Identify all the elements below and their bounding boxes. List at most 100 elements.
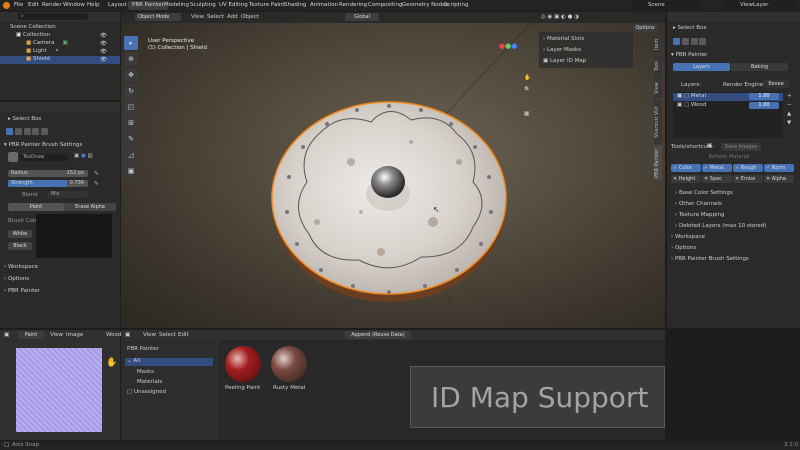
section-pbr-painter[interactable]: › PBR Painter	[4, 288, 40, 294]
layer-masks[interactable]: › Layer Masks	[543, 47, 581, 53]
visibility-icons[interactable]: 👁 👁 👁 👁	[100, 32, 107, 64]
tab-baking[interactable]: Baking	[731, 63, 788, 71]
vp-menu-select[interactable]: Select	[207, 14, 224, 20]
navigation-gizmo[interactable]: ●●●	[499, 42, 517, 50]
menu-window[interactable]: Window	[63, 2, 85, 8]
channel-spec[interactable]: ✕ Spec	[702, 175, 732, 183]
image-name[interactable]: Wood	[106, 332, 121, 338]
brush-icons[interactable]: ▣ ● ▥	[74, 153, 93, 159]
tool-scale[interactable]: ◰	[124, 100, 138, 114]
tab-modeling[interactable]: Modeling	[164, 2, 189, 8]
vtab-tool[interactable]: Tool	[654, 56, 662, 76]
ab-menu-edit[interactable]: Edit	[178, 332, 189, 338]
tool-add-cube[interactable]: ▣	[124, 164, 138, 178]
sub-texture-mapping[interactable]: › Texture Mapping	[675, 212, 724, 218]
ie-menu-view[interactable]: View	[50, 332, 63, 338]
outliner-collection[interactable]: ▣ Collection	[16, 32, 50, 38]
right-section-options[interactable]: › Options	[671, 245, 696, 251]
blend-dropdown[interactable]: Mix	[48, 191, 88, 198]
menu-render[interactable]: Render	[42, 2, 62, 8]
tool-rotate[interactable]: ↻	[124, 84, 138, 98]
category-all[interactable]: ⌄ All	[125, 358, 213, 366]
layer-row-metal[interactable]: ▣ ▢ Metal 1.00	[673, 93, 783, 101]
vtab-pbr-painter[interactable]: PBR Painter	[654, 146, 662, 180]
section-options[interactable]: › Options	[4, 276, 29, 282]
viewport-shading-icons[interactable]: ◎ ◉ ▣ ◐ ● ◑	[541, 14, 579, 20]
asset-editor-type-icon[interactable]: ▣	[125, 332, 130, 338]
layer-row-wood[interactable]: ▣ ▢ Wood 1.00	[673, 102, 783, 110]
vp-menu-object[interactable]: Object	[241, 14, 259, 20]
category-unassigned[interactable]: ▢ Unassigned	[127, 389, 166, 395]
tab-shading[interactable]: Shading	[284, 2, 306, 8]
channel-rough[interactable]: ✓ Rough	[733, 164, 763, 172]
tool-select[interactable]: ▸	[124, 36, 138, 50]
layers-list[interactable]: ▣ ▢ Metal 1.00 ▣ ▢ Wood 1.00	[673, 92, 783, 138]
channel-norm[interactable]: ✓ Norm	[764, 164, 794, 172]
outliner-item-light[interactable]: ■ Light ✦	[26, 48, 59, 54]
ie-menu-image[interactable]: Image	[66, 332, 83, 338]
options-button[interactable]: Options	[633, 24, 657, 32]
view-icons[interactable]: ✋ 🔍 🎥 ▦	[524, 72, 531, 120]
channel-alpha[interactable]: ✕ Alpha	[764, 175, 794, 183]
import-type-dropdown[interactable]: Append (Reuse Data)	[345, 331, 411, 339]
channel-color[interactable]: ✓ Color	[671, 164, 701, 172]
right-section-workspace[interactable]: › Workspace	[671, 234, 705, 240]
layer-wood-opacity[interactable]: 1.00	[749, 102, 779, 109]
menu-help[interactable]: Help	[87, 2, 100, 8]
channel-height[interactable]: ✕ Height	[671, 175, 701, 183]
sub-deleted-layers[interactable]: › Deleted Layers (max 10 stored)	[675, 223, 766, 229]
object-mode-dropdown[interactable]: Object Mode	[135, 13, 181, 21]
outliner-scene-collection[interactable]: Scene Collection	[10, 24, 56, 30]
select-box-row[interactable]: ▸ Select Box	[8, 116, 41, 122]
right-select-box[interactable]: ▸ Select Box	[673, 25, 706, 31]
channel-metal[interactable]: ✓ Metal	[702, 164, 732, 172]
layer-list-buttons[interactable]: + − ▲ ▼	[787, 92, 792, 128]
tool-transform[interactable]: ⊞	[124, 116, 138, 130]
category-materials[interactable]: Materials	[137, 379, 162, 385]
menu-file[interactable]: File	[14, 2, 23, 8]
right-section-brush[interactable]: › PBR Painter Brush Settings	[671, 256, 749, 262]
orientation-dropdown[interactable]: Global	[345, 13, 379, 21]
tab-layers[interactable]: Layers	[673, 63, 730, 71]
tool-annotate[interactable]: ✎	[124, 132, 138, 146]
tab-texture-paint[interactable]: Texture Paint	[249, 2, 285, 8]
tab-compositing[interactable]: Compositing	[368, 2, 402, 8]
material-slots[interactable]: › Material Slots	[543, 36, 584, 42]
outliner-item-camera[interactable]: ■ Camera ▣	[26, 40, 68, 46]
brush-name-field[interactable]: TexDraw	[20, 154, 68, 161]
sub-other-channels[interactable]: › Other Channels	[675, 201, 722, 207]
vp-menu-add[interactable]: Add	[227, 14, 238, 20]
tool-measure[interactable]: ◿	[124, 148, 138, 162]
vtab-view[interactable]: View	[654, 78, 662, 98]
vtab-item[interactable]: Item	[654, 34, 662, 54]
color-swatch[interactable]	[36, 214, 112, 258]
tab-animation[interactable]: Animation	[310, 2, 338, 8]
ab-menu-select[interactable]: Select	[159, 332, 176, 338]
tab-geometry-nodes[interactable]: Geometry Nodes	[402, 2, 448, 8]
hand-icon[interactable]: ✋	[106, 358, 117, 368]
view-layer-field[interactable]: ViewLayer	[722, 1, 796, 10]
tab-pbr-painter[interactable]: PBR Painter	[128, 1, 168, 10]
channel-emiss[interactable]: ✕ Emiss	[733, 175, 763, 183]
select-mode-icons[interactable]	[6, 128, 48, 135]
tab-rendering[interactable]: Rendering	[339, 2, 367, 8]
brush-preview[interactable]	[8, 152, 18, 162]
category-masks[interactable]: Masks	[137, 369, 154, 375]
tool-move[interactable]: ✥	[124, 68, 138, 82]
tab-uv-editing[interactable]: UV Editing	[219, 2, 248, 8]
erase-alpha-button[interactable]: Erase Alpha	[64, 203, 116, 211]
pen-pressure-icons[interactable]: ✎ ✎	[94, 169, 99, 189]
tab-sculpting[interactable]: Sculpting	[190, 2, 216, 8]
scene-field[interactable]: Scene	[632, 1, 702, 10]
viewport-3d[interactable]: ↖ Object Mode View Select Add Object Glo…	[121, 12, 665, 328]
strength-slider[interactable]: Strength 0.736	[8, 180, 88, 187]
asset-peeling-paint[interactable]: Peeling Paint	[225, 346, 261, 394]
menu-edit[interactable]: Edit	[28, 2, 39, 8]
ab-menu-view[interactable]: View	[143, 332, 156, 338]
image-editor-type-icon[interactable]: ▣	[4, 332, 9, 338]
layer-id-map[interactable]: ▣ Layer ID Map	[543, 58, 586, 64]
outliner-search[interactable]: ⌕	[18, 13, 88, 20]
sub-base-color[interactable]: › Base Color Settings	[675, 190, 733, 196]
engine-dropdown[interactable]: Eevee	[763, 80, 789, 88]
tools-icon[interactable]: ▣	[707, 143, 712, 149]
